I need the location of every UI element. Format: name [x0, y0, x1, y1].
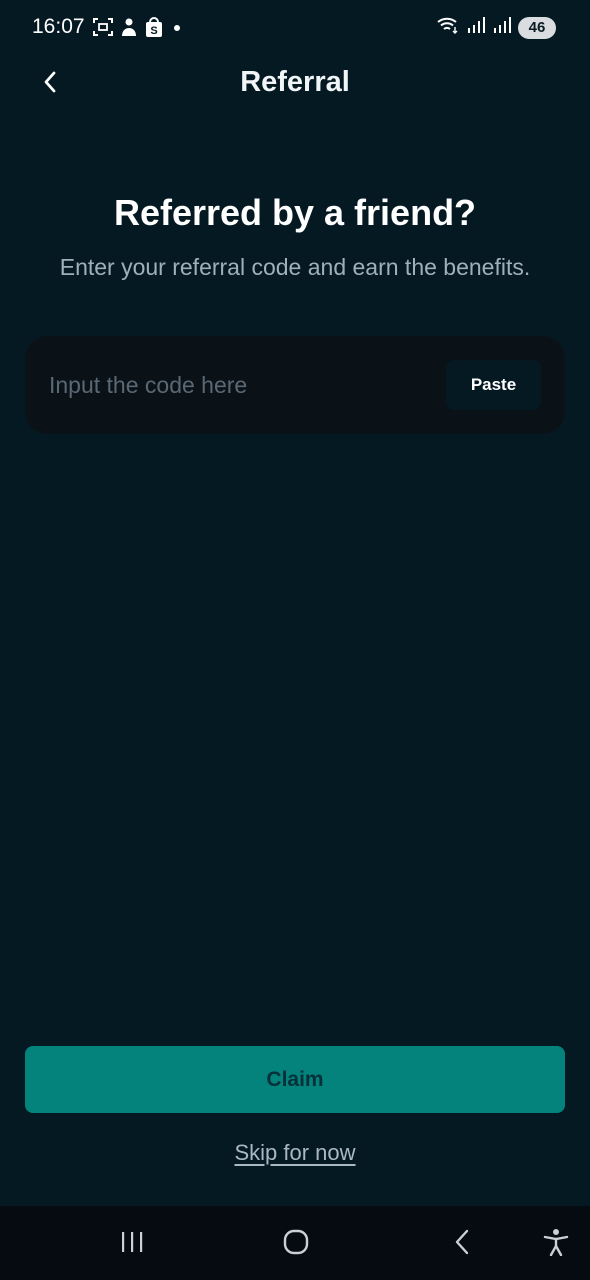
shopping-bag-icon: S: [144, 16, 164, 38]
app-notification-icon: [120, 16, 138, 38]
dot-icon: [170, 16, 184, 38]
status-time: 16:07: [32, 15, 85, 38]
home-icon: [282, 1228, 310, 1261]
referral-code-box: Paste: [25, 336, 565, 434]
status-bar: 16:07 S 46: [0, 0, 590, 56]
status-icons-right: 46: [436, 15, 556, 40]
back-icon: [452, 1228, 472, 1261]
header: Referral: [0, 56, 590, 112]
recent-apps-button[interactable]: [112, 1224, 152, 1264]
page-title: Referral: [240, 66, 350, 98]
wifi-icon: [436, 15, 460, 40]
home-button[interactable]: [276, 1224, 316, 1264]
skip-for-now-link[interactable]: Skip for now: [0, 1140, 590, 1166]
status-icons-left: S: [92, 16, 184, 38]
paste-button[interactable]: Paste: [446, 360, 541, 410]
claim-button[interactable]: Claim: [25, 1046, 565, 1113]
recent-apps-icon: [119, 1230, 145, 1259]
referral-code-input[interactable]: [49, 358, 429, 412]
signal-icon: [492, 15, 512, 40]
accessibility-button[interactable]: [536, 1224, 576, 1264]
signal-icon: [466, 15, 486, 40]
system-nav-bar: [0, 1206, 590, 1280]
screenshot-icon: [92, 16, 114, 38]
battery-indicator: 46: [518, 16, 556, 39]
accessibility-icon: [543, 1228, 569, 1261]
referral-heading: Referred by a friend?: [113, 192, 477, 233]
referral-subheading: Enter your referral code and earn the be…: [59, 254, 531, 280]
system-back-button[interactable]: [442, 1224, 482, 1264]
svg-text:S: S: [150, 25, 157, 37]
